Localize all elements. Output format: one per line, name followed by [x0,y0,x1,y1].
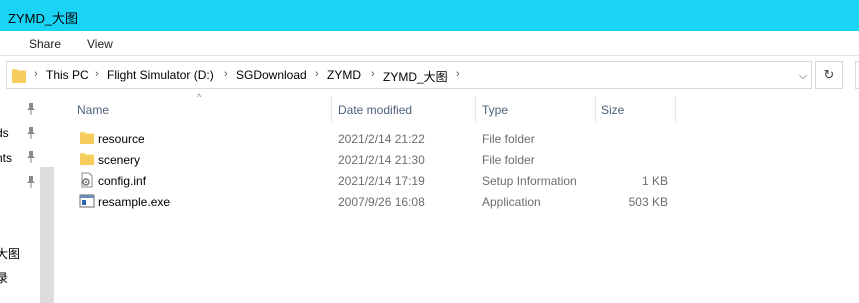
file-date: 2021/2/14 21:30 [338,153,425,167]
list-item[interactable]: scenery 2021/2/14 21:30 File folder [75,149,675,170]
nav-item-zymd-datu[interactable]: 大图 [0,245,20,262]
column-divider[interactable] [475,96,476,122]
chevron-right-icon: › [34,68,38,80]
file-date: 2007/9/26 16:08 [338,195,425,209]
search-box[interactable] [855,61,859,89]
folder-icon [80,132,94,144]
list-item[interactable]: resource 2021/2/14 21:22 File folder [75,128,675,149]
file-size: 503 KB [628,195,668,209]
column-divider[interactable] [675,96,676,122]
pin-icon[interactable] [26,127,36,139]
tab-share[interactable]: Share [29,37,61,51]
column-header-type[interactable]: Type [482,103,508,117]
nav-item-partial[interactable]: 录 [0,269,8,286]
pin-icon[interactable] [26,176,36,188]
column-divider[interactable] [331,96,332,122]
chevron-down-icon[interactable]: ⌵ [793,66,813,86]
column-header-date[interactable]: Date modified [338,103,412,117]
file-size: 1 KB [641,174,668,188]
list-item[interactable]: config.inf 2021/2/14 17:19 Setup Informa… [75,170,675,191]
breadcrumb-drive-d[interactable]: Flight Simulator (D:) [107,68,214,82]
folder-icon [12,69,26,83]
breadcrumb-zymd-datu[interactable]: ZYMD_大图 [383,68,448,85]
file-name: resource [98,132,145,146]
file-type: Application [482,195,541,209]
chevron-right-icon: › [315,68,319,80]
address-row: › This PC › Flight Simulator (D:) › SGDo… [0,56,859,94]
refresh-icon: ↻ [823,67,835,82]
sort-ascending-icon: ^ [197,92,202,102]
chevron-right-icon: › [224,68,228,80]
column-header-name[interactable]: Name [77,103,109,117]
chevron-right-icon: › [95,68,99,80]
column-header-row: ^ Name Date modified Type Size [55,92,859,122]
settings-file-icon [81,172,93,188]
navigation-pane: ds nts 大图 录 [0,94,55,303]
file-date: 2021/2/14 21:22 [338,132,425,146]
breadcrumb-zymd[interactable]: ZYMD [327,68,361,82]
folder-icon [80,153,94,165]
chevron-right-icon: › [371,68,375,80]
application-icon [79,194,95,208]
column-divider[interactable] [595,96,596,122]
file-type: Setup Information [482,174,577,188]
chevron-right-icon: › [456,68,460,80]
ribbon-tabs: Share View [0,31,859,56]
tab-view[interactable]: View [87,37,113,51]
file-name: config.inf [98,174,147,188]
pin-icon[interactable] [26,103,36,115]
file-type: File folder [482,132,535,146]
file-type: File folder [482,153,535,167]
nav-item-documents[interactable]: nts [0,151,12,165]
breadcrumb-sgdownload[interactable]: SGDownload [236,68,307,82]
title-bar: ZYMD_大图 [0,0,859,31]
address-bar[interactable]: › This PC › Flight Simulator (D:) › SGDo… [6,61,812,89]
pin-icon[interactable] [26,151,36,163]
nav-scrollbar[interactable] [40,167,54,303]
file-name: resample.exe [98,195,171,209]
nav-item-downloads[interactable]: ds [0,126,9,140]
file-date: 2021/2/14 17:19 [338,174,425,188]
breadcrumb-this-pc[interactable]: This PC [46,68,89,82]
file-name: scenery [98,153,141,167]
window-title: ZYMD_大图 [8,11,79,26]
list-item[interactable]: resample.exe 2007/9/26 16:08 Application… [75,191,675,212]
column-header-size[interactable]: Size [601,103,624,117]
refresh-button[interactable]: ↻ [815,61,843,89]
